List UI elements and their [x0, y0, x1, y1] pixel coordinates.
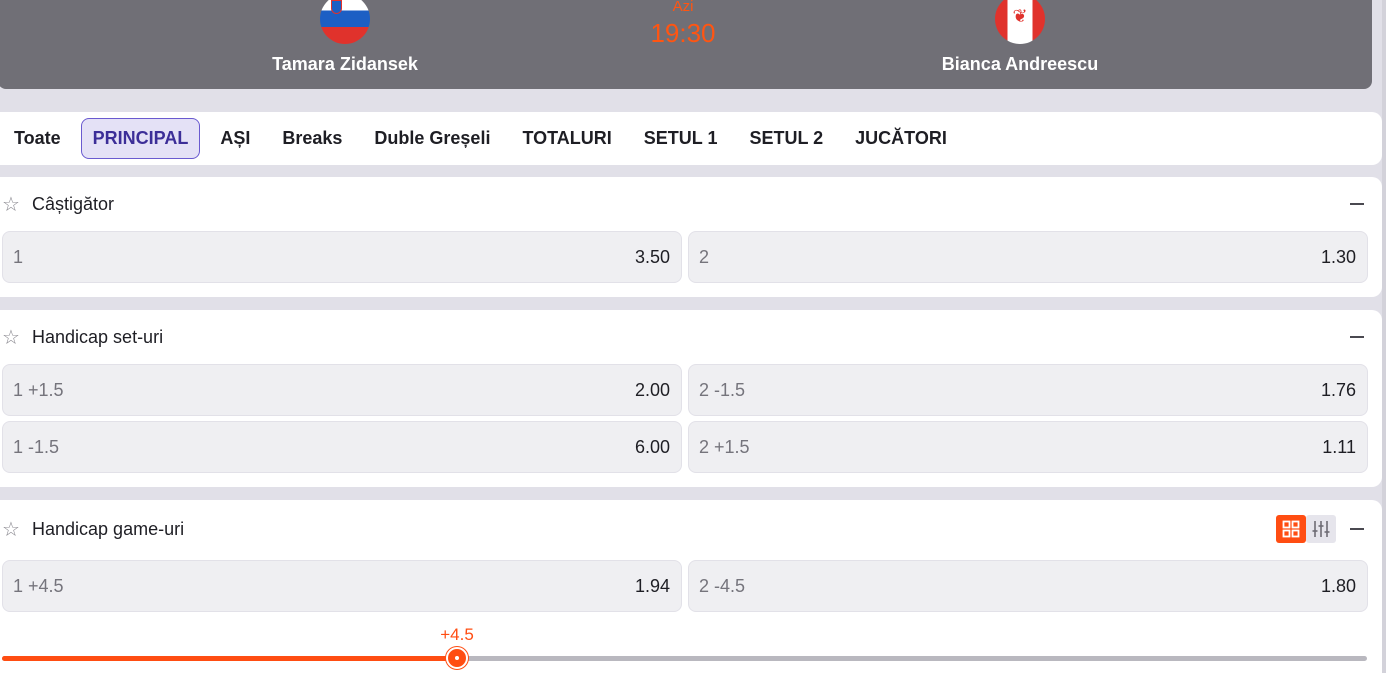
match-header: Tamara Zidansek Azi 19:30 ❦ Bianca Andre… [0, 0, 1372, 89]
market-header: ☆ Handicap set-uri [2, 310, 1366, 364]
star-outline-icon[interactable]: ☆ [2, 517, 24, 542]
away-team-name: Bianca Andreescu [941, 54, 1099, 74]
tab-principal[interactable]: PRINCIPAL [80, 118, 201, 159]
match-clock: 19:30 [650, 18, 716, 48]
minus-icon[interactable] [1350, 528, 1364, 530]
odd-label: 1 +4.5 [13, 575, 64, 596]
market-header: ☆ Handicap game-uri [2, 500, 1366, 558]
star-outline-icon[interactable]: ☆ [2, 192, 24, 217]
odd-value: 2.00 [634, 379, 670, 400]
odd-label: 2 [699, 246, 710, 267]
handicap-slider-thumb[interactable] [446, 647, 468, 669]
minus-icon[interactable] [1350, 203, 1364, 205]
handicap-slider-fill [2, 656, 457, 661]
tab-totaluri[interactable]: TOTALURI [510, 118, 623, 159]
odd-button[interactable]: 2 -4.5 1.80 [688, 560, 1368, 612]
market-handicap-seturi: ☆ Handicap set-uri 1 +1.5 2.00 2 -1.5 1.… [0, 310, 1382, 487]
market-handicap-gameuri: ☆ Handicap game-uri 1 +4.5 1.94 2 -4.5 1… [0, 500, 1382, 673]
market-title: Câștigător [32, 193, 115, 214]
odd-value: 1.76 [1320, 379, 1356, 400]
tab-setul-1[interactable]: SETUL 1 [632, 118, 730, 159]
odd-button[interactable]: 2 1.30 [688, 231, 1368, 283]
market-castigator: ☆ Câștigător 1 3.50 2 1.30 [0, 177, 1382, 297]
odd-label: 2 -1.5 [699, 379, 746, 400]
odd-button[interactable]: 2 -1.5 1.76 [688, 364, 1368, 416]
star-outline-icon[interactable]: ☆ [2, 325, 24, 350]
match-day: Azi [672, 0, 694, 15]
tab-asi[interactable]: AȘI [208, 118, 262, 159]
odd-button[interactable]: 1 +1.5 2.00 [2, 364, 682, 416]
home-team[interactable]: Tamara Zidansek [195, 0, 495, 75]
home-team-name: Tamara Zidansek [272, 54, 418, 74]
canada-flag-icon: ❦ [995, 0, 1045, 44]
odd-value: 1.11 [1322, 436, 1356, 457]
tab-breaks[interactable]: Breaks [270, 118, 354, 159]
tab-duble-greseli[interactable]: Duble Greșeli [362, 118, 502, 159]
odd-value: 6.00 [634, 436, 670, 457]
minus-icon[interactable] [1350, 336, 1364, 338]
handicap-slider-value: +4.5 [440, 625, 474, 644]
odd-label: 1 +1.5 [13, 379, 64, 400]
match-time: Azi 19:30 [598, 0, 768, 48]
odds-row: 1 3.50 2 1.30 [2, 231, 1368, 283]
sliders-icon[interactable] [1306, 515, 1336, 543]
slovenia-flag-icon [320, 0, 370, 44]
away-team[interactable]: ❦ Bianca Andreescu [870, 0, 1170, 75]
page-scrollbar[interactable] [1382, 0, 1386, 673]
odd-value: 1.94 [634, 575, 670, 596]
tab-jucatori[interactable]: JUCĂTORI [843, 118, 959, 159]
odd-button[interactable]: 2 +1.5 1.11 [688, 421, 1368, 473]
odd-value: 1.80 [1320, 575, 1356, 596]
odds-row: 1 +4.5 1.94 2 -4.5 1.80 [2, 560, 1368, 612]
market-title: Handicap set-uri [32, 326, 164, 347]
handicap-slider[interactable] [2, 647, 1367, 669]
odd-label: 1 -1.5 [13, 436, 60, 457]
odd-button[interactable]: 1 +4.5 1.94 [2, 560, 682, 612]
market-tabs: Toate PRINCIPAL AȘI Breaks Duble Greșeli… [0, 112, 1382, 165]
market-header: ☆ Câștigător [2, 177, 1366, 231]
odds-row: 1 -1.5 6.00 2 +1.5 1.11 [2, 421, 1368, 473]
odd-button[interactable]: 1 3.50 [2, 231, 682, 283]
odd-label: 1 [13, 246, 24, 267]
grid-icon[interactable] [1276, 515, 1306, 543]
odd-value: 3.50 [634, 246, 670, 267]
market-title: Handicap game-uri [32, 518, 185, 539]
odd-value: 1.30 [1320, 246, 1356, 267]
odd-button[interactable]: 1 -1.5 6.00 [2, 421, 682, 473]
odds-row: 1 +1.5 2.00 2 -1.5 1.76 [2, 364, 1368, 416]
tab-setul-2[interactable]: SETUL 2 [737, 118, 835, 159]
tab-toate[interactable]: Toate [2, 118, 73, 159]
odd-label: 2 -4.5 [699, 575, 746, 596]
odd-label: 2 +1.5 [699, 436, 750, 457]
